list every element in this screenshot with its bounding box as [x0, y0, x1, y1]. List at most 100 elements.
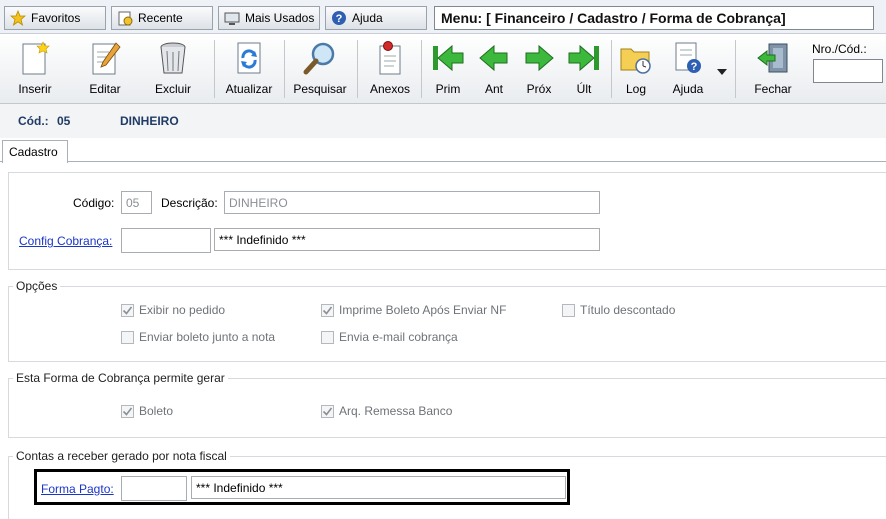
help-icon: ?	[330, 9, 348, 27]
prox-label: Próx	[526, 82, 552, 96]
attachment-icon	[370, 38, 410, 78]
record-name: DINHEIRO	[120, 114, 179, 128]
pesquisar-label: Pesquisar	[293, 82, 347, 96]
ult-button[interactable]: Últ	[564, 38, 604, 100]
anexos-label: Anexos	[369, 82, 411, 96]
checkmark-icon	[121, 404, 134, 418]
descricao-field[interactable]: DINHEIRO	[224, 191, 600, 214]
exibir-no-pedido-checkbox[interactable]: Exibir no pedido	[121, 303, 225, 317]
toolbar-divider	[357, 40, 358, 98]
permite-gerar-title: Esta Forma de Cobrança permite gerar	[13, 371, 228, 385]
fechar-button[interactable]: Fechar	[750, 38, 796, 100]
titulo-descontado-checkbox[interactable]: Título descontado	[562, 303, 675, 317]
ant-label: Ant	[484, 82, 503, 96]
star-icon	[9, 9, 27, 27]
folder-clock-icon	[616, 38, 656, 78]
excluir-button[interactable]: Excluir	[148, 38, 198, 100]
recente-button[interactable]: Recente	[111, 6, 213, 30]
svg-text:?: ?	[336, 13, 343, 25]
record-cod-label: Cód.:	[18, 114, 49, 128]
toolbar-divider	[214, 40, 215, 98]
enviar-boleto-checkbox[interactable]: Enviar boleto junto a nota	[121, 330, 275, 344]
config-cobranca-link[interactable]: Config Cobrança:	[19, 234, 112, 248]
atualizar-button[interactable]: Atualizar	[222, 38, 276, 100]
inserir-button[interactable]: Inserir	[10, 38, 60, 100]
boleto-label: Boleto	[139, 404, 174, 418]
menu-path: Menu: [ Financeiro / Cadastro / Forma de…	[434, 6, 874, 30]
descricao-label: Descrição:	[161, 196, 218, 210]
unchecked-box	[321, 330, 334, 344]
next-record-icon	[519, 38, 559, 78]
ult-label: Últ	[576, 82, 592, 96]
ajuda-label: Ajuda	[672, 82, 704, 96]
arq-remessa-label: Arq. Remessa Banco	[339, 404, 453, 418]
prim-label: Prim	[435, 82, 461, 96]
titulo-descontado-label: Título descontado	[580, 303, 676, 317]
toolbar-divider	[421, 40, 422, 98]
tab-strip: Cadastro	[0, 138, 886, 163]
unchecked-box	[562, 303, 575, 317]
arq-remessa-checkbox[interactable]: Arq. Remessa Banco	[321, 404, 452, 418]
boleto-checkbox[interactable]: Boleto	[121, 404, 173, 418]
ajuda-dropdown-arrow-icon[interactable]	[717, 64, 727, 78]
anexos-button[interactable]: Anexos	[366, 38, 414, 100]
opcoes-panel: Opções Exibir no pedido Imprime Boleto A…	[8, 279, 886, 362]
unchecked-box	[121, 330, 134, 344]
toolbar: Inserir Editar Excluir Atualizar Pesquis…	[0, 34, 886, 104]
codigo-field[interactable]: 05	[121, 191, 152, 214]
config-cobranca-code-field[interactable]	[121, 228, 211, 253]
config-cobranca-desc-field: *** Indefinido ***	[214, 228, 600, 251]
monitor-icon	[223, 9, 241, 27]
fechar-label: Fechar	[754, 82, 792, 96]
new-document-icon	[15, 38, 55, 78]
envia-email-label: Envia e-mail cobrança	[339, 330, 458, 344]
inserir-label: Inserir	[18, 82, 52, 96]
imprime-boleto-label: Imprime Boleto Após Enviar NF	[339, 303, 507, 317]
favoritos-label: Favoritos	[31, 11, 81, 25]
imprime-boleto-checkbox[interactable]: Imprime Boleto Após Enviar NF	[321, 303, 506, 317]
previous-record-icon	[474, 38, 514, 78]
top-bar: Favoritos Recente Mais Usados ? Ajuda Me…	[0, 0, 886, 34]
refresh-icon	[229, 38, 269, 78]
edit-document-icon	[85, 38, 125, 78]
atualizar-label: Atualizar	[225, 82, 273, 96]
editar-label: Editar	[89, 82, 121, 96]
ajuda-top-label: Ajuda	[352, 11, 383, 25]
prox-button[interactable]: Próx	[519, 38, 559, 100]
main-fields-panel: Código: 05 Descrição: DINHEIRO Config Co…	[8, 172, 886, 270]
highlight-box	[34, 469, 570, 505]
editar-button[interactable]: Editar	[80, 38, 130, 100]
log-label: Log	[625, 82, 647, 96]
prim-button[interactable]: Prim	[428, 38, 468, 100]
log-button[interactable]: Log	[616, 38, 656, 100]
envia-email-checkbox[interactable]: Envia e-mail cobrança	[321, 330, 458, 344]
help-document-icon: ?	[668, 38, 708, 78]
record-cod-value: 05	[57, 114, 71, 128]
checkmark-icon	[121, 303, 134, 317]
pesquisar-button[interactable]: Pesquisar	[291, 38, 349, 100]
tab-cadastro[interactable]: Cadastro	[2, 140, 68, 163]
mais-usados-button[interactable]: Mais Usados	[218, 6, 320, 30]
last-record-icon	[564, 38, 604, 78]
permite-gerar-panel: Esta Forma de Cobrança permite gerar Bol…	[8, 371, 886, 438]
exit-door-icon	[753, 38, 793, 78]
enviar-boleto-label: Enviar boleto junto a nota	[139, 330, 276, 344]
toolbar-divider	[611, 40, 612, 98]
checkmark-icon	[321, 404, 334, 418]
contas-receber-title: Contas a receber gerado por nota fiscal	[13, 449, 230, 463]
nro-cod-input[interactable]	[813, 59, 883, 83]
favoritos-button[interactable]: Favoritos	[4, 6, 106, 30]
recente-label: Recente	[138, 11, 183, 25]
excluir-label: Excluir	[154, 82, 191, 96]
first-record-icon	[428, 38, 468, 78]
toolbar-divider	[284, 40, 285, 98]
checkmark-icon	[321, 303, 334, 317]
svg-text:?: ?	[691, 61, 698, 73]
mais-usados-label: Mais Usados	[245, 11, 315, 25]
recent-doc-icon	[116, 9, 134, 27]
ant-button[interactable]: Ant	[474, 38, 514, 100]
ajuda-top-button[interactable]: ? Ajuda	[325, 6, 427, 30]
record-header: Cód.: 05 DINHEIRO	[0, 104, 886, 138]
trash-icon	[153, 38, 193, 78]
ajuda-button[interactable]: ? Ajuda	[668, 38, 708, 100]
